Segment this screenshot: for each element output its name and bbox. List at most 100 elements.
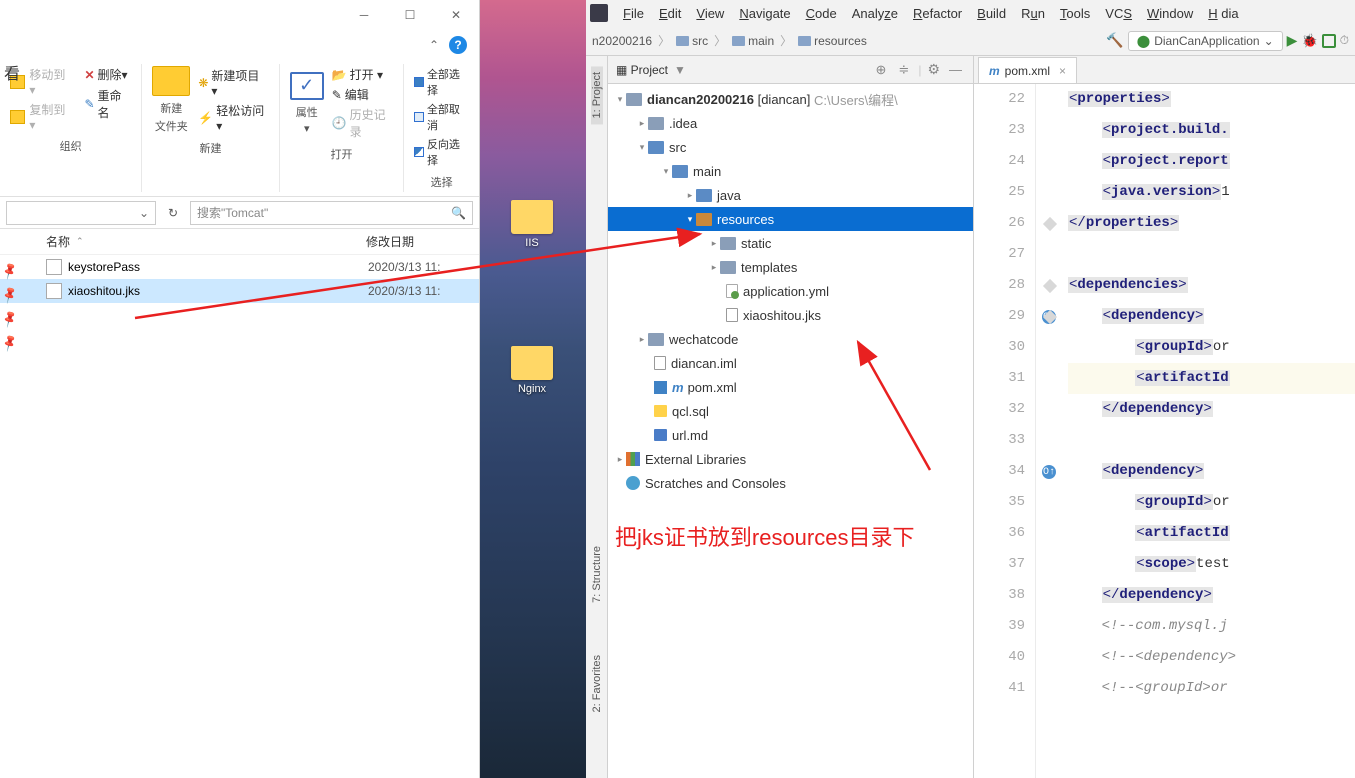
col-date: 修改日期	[366, 233, 414, 250]
tab-favorites[interactable]: 2: Favorites	[591, 649, 603, 718]
help-icon[interactable]: ?	[449, 36, 467, 54]
ide-menu: File Edit View Navigate Code Analyze Ref…	[586, 0, 1355, 26]
easy-access-button[interactable]: ⚡轻松访问 ▾	[198, 102, 268, 133]
pins: 📌 📌 📌 📌	[0, 264, 18, 350]
tab-structure[interactable]: 7: Structure	[591, 540, 603, 609]
run-config-label: DianCanApplication	[1154, 34, 1259, 48]
menu-code[interactable]: Code	[800, 4, 843, 23]
titlebar: ─ ☐ ✕	[0, 0, 479, 30]
search-input[interactable]: 搜索"Tomcat" 🔍	[190, 201, 473, 225]
tree-item[interactable]: ▸templates	[608, 255, 973, 279]
new-item-button[interactable]: ❋新建项目 ▾	[198, 67, 268, 98]
group-label: 组织	[60, 138, 82, 154]
search-icon: 🔍	[451, 206, 466, 220]
editor-tabbar: m pom.xml ×	[974, 56, 1355, 84]
chevron-down-icon[interactable]: ▼	[674, 63, 686, 77]
file-date: 2020/3/13 11:	[368, 260, 441, 274]
tree-item[interactable]: ▾src	[608, 135, 973, 159]
tree-item[interactable]: ▸wechatcode	[608, 327, 973, 351]
addressbar: ⌄ ↻ 搜索"Tomcat" 🔍	[0, 197, 479, 229]
maven-icon: m	[989, 64, 1000, 78]
tab-project[interactable]: 1: Project	[591, 66, 603, 124]
maximize-button[interactable]: ☐	[387, 0, 433, 30]
refresh-button[interactable]: ↻	[160, 201, 186, 225]
run-config-dropdown[interactable]: ⬤ DianCanApplication ⌄	[1128, 31, 1283, 51]
minimize-button[interactable]: ─	[341, 0, 387, 30]
minimize-icon[interactable]: —	[946, 62, 965, 77]
menu-tools[interactable]: Tools	[1054, 4, 1096, 23]
file-header[interactable]: 名称⌃ 修改日期	[0, 229, 479, 255]
edit-button[interactable]: ✎编辑	[332, 86, 394, 103]
new-folder-button[interactable]: 新建 文件夹	[152, 66, 190, 134]
tree-scratches[interactable]: Scratches and Consoles	[608, 471, 973, 495]
group-label: 新建	[200, 140, 222, 156]
crumb[interactable]: n20200216	[592, 34, 652, 48]
tree-item[interactable]: url.md	[608, 423, 973, 447]
properties-button[interactable]: ✓ 属性▾	[290, 72, 324, 135]
menu-view[interactable]: View	[690, 4, 730, 23]
menu-window[interactable]: Window	[1141, 4, 1199, 23]
menu-help[interactable]: H dia	[1202, 4, 1244, 23]
open-button[interactable]: 📂打开 ▾	[332, 66, 394, 83]
tree-item-jks[interactable]: xiaoshitou.jks	[608, 303, 973, 327]
pin-icon[interactable]: 📌	[0, 285, 19, 305]
tree-item[interactable]: ▾main	[608, 159, 973, 183]
play-icon[interactable]: ▶	[1287, 32, 1298, 49]
tree-item-resources[interactable]: ▾resources	[608, 207, 973, 231]
code-lines[interactable]: <properties> <project.build. <project.re…	[1064, 84, 1355, 778]
debug-icon[interactable]: 🐞	[1301, 33, 1317, 49]
collapse-icon[interactable]: ≑	[895, 62, 912, 78]
group-label: 打开	[331, 146, 353, 162]
code-area[interactable]: 2223242526272829303132333435363738394041…	[974, 84, 1355, 778]
desktop-label: IIS	[525, 237, 538, 249]
pin-icon[interactable]: 📌	[0, 309, 19, 329]
desktop-label: Nginx	[518, 383, 546, 395]
tree-libs[interactable]: ▸External Libraries	[608, 447, 973, 471]
menu-refactor[interactable]: Refactor	[907, 4, 968, 23]
deselect-button[interactable]: 全部取消	[414, 101, 469, 133]
tree-item[interactable]: ▸static	[608, 231, 973, 255]
pin-icon[interactable]: 📌	[0, 261, 19, 281]
file-row[interactable]: keystorePass 2020/3/13 11:	[0, 255, 479, 279]
menu-navigate[interactable]: Navigate	[733, 4, 796, 23]
coverage-icon[interactable]	[1322, 34, 1336, 48]
tree-item[interactable]: mpom.xml	[608, 375, 973, 399]
breadcrumb[interactable]: ⌄	[6, 201, 156, 225]
menu-run[interactable]: Run	[1015, 4, 1051, 23]
menu-analyze[interactable]: Analyze	[846, 4, 904, 23]
gear-icon[interactable]: ⚙	[927, 61, 940, 78]
menu-build[interactable]: Build	[971, 4, 1012, 23]
menu-edit[interactable]: Edit	[653, 4, 687, 23]
file-name: xiaoshitou.jks	[68, 284, 368, 298]
crumb[interactable]: main	[732, 34, 774, 48]
build-icon[interactable]: 🔨	[1106, 32, 1123, 49]
desktop-icon-nginx[interactable]: Nginx	[500, 346, 564, 395]
editor-tab-pom[interactable]: m pom.xml ×	[978, 57, 1077, 83]
profile-icon[interactable]: ⏱	[1340, 33, 1349, 48]
tree-item[interactable]: qcl.sql	[608, 399, 973, 423]
close-icon[interactable]: ×	[1055, 64, 1066, 78]
chevron-up-icon[interactable]: ⌃	[429, 38, 439, 52]
desktop-icon-iis[interactable]: IIS	[500, 200, 564, 249]
rename-button[interactable]: ✎重命名	[84, 87, 131, 121]
select-all-button[interactable]: 全部选择	[414, 66, 469, 98]
file-row[interactable]: xiaoshitou.jks 2020/3/13 11:	[0, 279, 479, 303]
menu-vcs[interactable]: VCS	[1099, 4, 1138, 23]
tree-root[interactable]: ▾diancan20200216 [diancan] C:\Users\编程\	[608, 87, 973, 111]
tree-item[interactable]: diancan.iml	[608, 351, 973, 375]
crumb[interactable]: src	[676, 34, 708, 48]
tree-item[interactable]: application.yml	[608, 279, 973, 303]
copy-to-button: 复制到 ▾	[10, 101, 72, 132]
file-icon	[46, 259, 62, 275]
close-button[interactable]: ✕	[433, 0, 479, 30]
pin-icon[interactable]: 📌	[0, 333, 19, 353]
menu-file[interactable]: File	[617, 4, 650, 23]
tree-item[interactable]: ▸.idea	[608, 111, 973, 135]
delete-button[interactable]: ✕删除 ▾	[84, 66, 131, 83]
tree-item[interactable]: ▸java	[608, 183, 973, 207]
locate-icon[interactable]: ⊕	[873, 62, 890, 78]
invert-button[interactable]: 反向选择	[414, 136, 469, 168]
col-name: 名称	[46, 233, 70, 250]
desktop-wallpaper: IIS Nginx	[480, 0, 586, 778]
crumb[interactable]: resources	[798, 34, 867, 48]
